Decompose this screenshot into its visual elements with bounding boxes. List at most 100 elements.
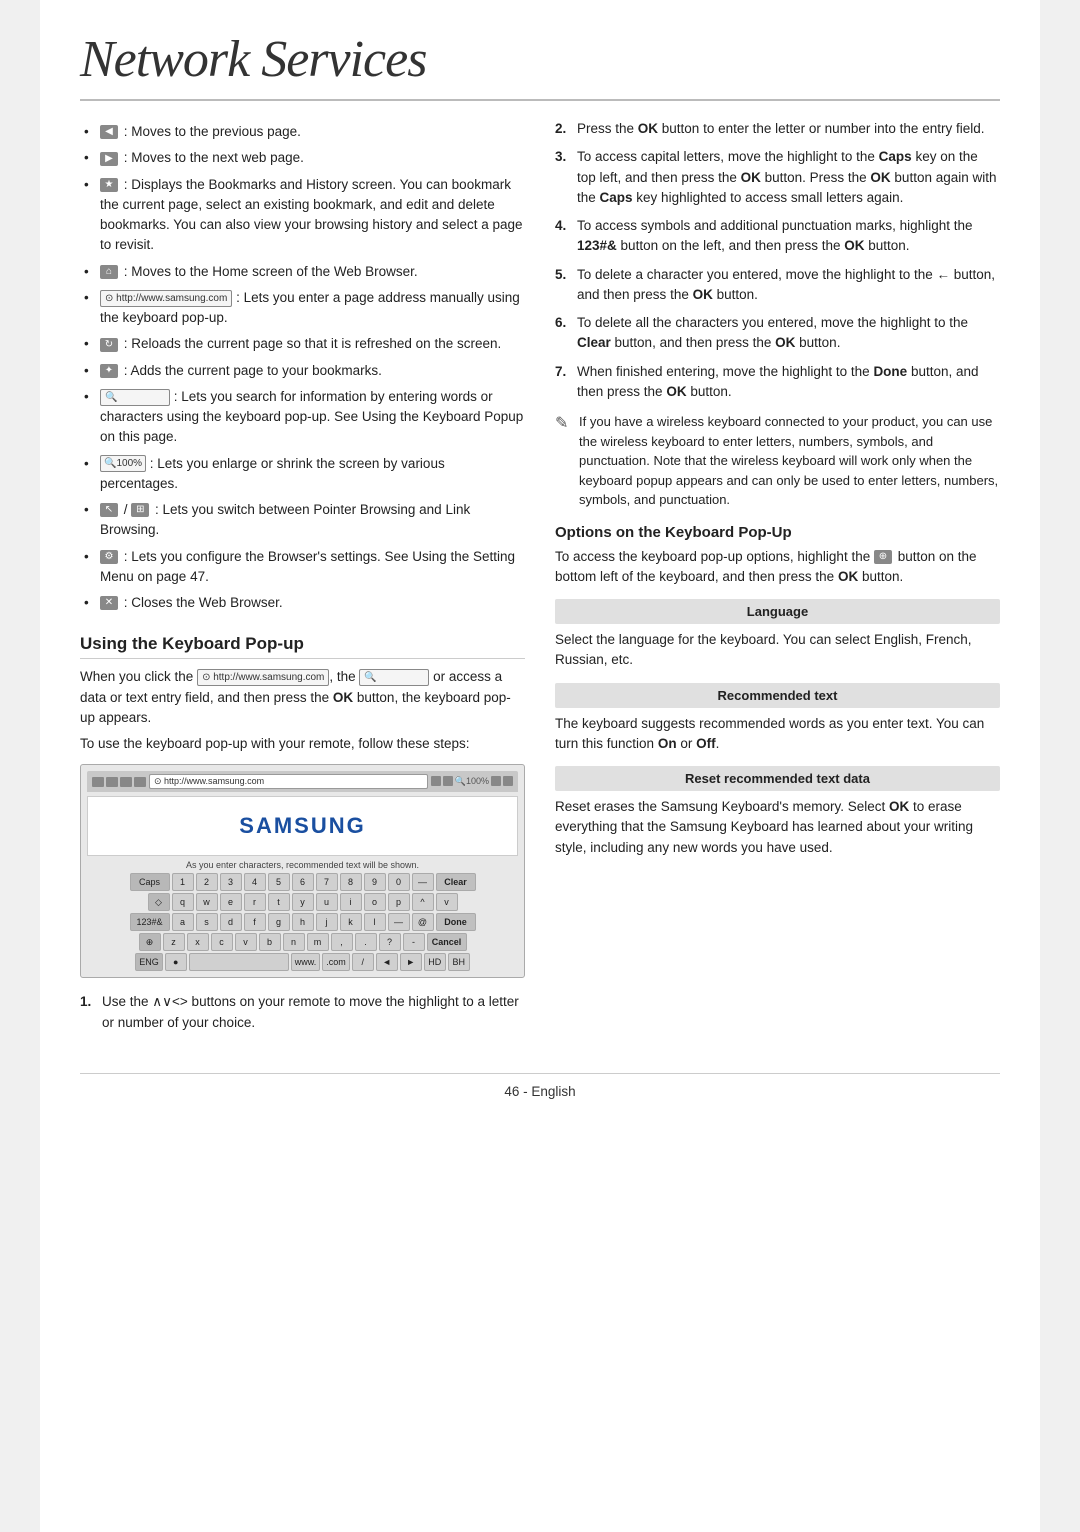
list-item: ⌂ : Moves to the Home screen of the Web … — [80, 259, 525, 285]
key-hyphen[interactable]: - — [403, 933, 425, 951]
key-d[interactable]: d — [220, 913, 242, 931]
nav-icon-4 — [134, 777, 146, 787]
key-period[interactable]: . — [355, 933, 377, 951]
key-at[interactable]: @ — [412, 913, 434, 931]
clear-key[interactable]: Clear — [436, 873, 476, 891]
key-dash2[interactable]: — — [388, 913, 410, 931]
caps-key[interactable]: Caps — [130, 873, 170, 891]
key-123[interactable]: 123#& — [130, 913, 170, 931]
key-k[interactable]: k — [340, 913, 362, 931]
key-up[interactable]: ^ — [412, 893, 434, 911]
key-globe[interactable]: ⊕ — [139, 933, 161, 951]
key-m[interactable]: m — [307, 933, 329, 951]
close-icon: ✕ — [100, 596, 118, 610]
key-a[interactable]: a — [172, 913, 194, 931]
key-u[interactable]: u — [316, 893, 338, 911]
key-s[interactable]: s — [196, 913, 218, 931]
keyboard-rows: Caps 1 2 3 4 5 6 7 8 9 0 — Clear — [87, 873, 518, 971]
key-p[interactable]: p — [388, 893, 410, 911]
key-x[interactable]: x — [187, 933, 209, 951]
key-c[interactable]: c — [211, 933, 233, 951]
list-item: ⚙ : Lets you configure the Browser's set… — [80, 544, 525, 591]
list-item: 🔍100% : Lets you enlarge or shrink the s… — [80, 451, 525, 498]
key-w[interactable]: w — [196, 893, 218, 911]
zoom-label: 🔍100% — [455, 776, 489, 787]
key-slash[interactable]: / — [352, 953, 374, 971]
keyboard-row-2: ◇ q w e r t y u i o p ^ v — [87, 893, 518, 911]
key-z[interactable]: z — [163, 933, 185, 951]
key-v[interactable]: v — [235, 933, 257, 951]
key-b[interactable]: b — [259, 933, 281, 951]
key-3[interactable]: 3 — [220, 873, 242, 891]
left-column: ◀ : Moves to the previous page. ▶ : Move… — [80, 119, 525, 1043]
key-r[interactable]: r — [244, 893, 266, 911]
right-icon-1 — [431, 776, 441, 786]
list-item: ▶ : Moves to the next web page. — [80, 145, 525, 171]
step-7: 7. When finished entering, move the high… — [555, 362, 1000, 403]
key-dotcom[interactable]: .com — [322, 953, 350, 971]
step-4: 4. To access symbols and additional punc… — [555, 216, 1000, 257]
key-diamond[interactable]: ◇ — [148, 893, 170, 911]
key-6[interactable]: 6 — [292, 873, 314, 891]
reset-subsection-text: Reset erases the Samsung Keyboard's memo… — [555, 797, 1000, 858]
right-icon-3 — [491, 776, 501, 786]
steps-list-right: 2. Press the OK button to enter the lett… — [555, 119, 1000, 402]
language-subsection-label: Language — [555, 599, 1000, 624]
key-question[interactable]: ? — [379, 933, 401, 951]
cancel-key[interactable]: Cancel — [427, 933, 467, 951]
spacebar-key[interactable] — [189, 953, 289, 971]
key-o[interactable]: o — [364, 893, 386, 911]
key-l[interactable]: l — [364, 913, 386, 931]
key-e[interactable]: e — [220, 893, 242, 911]
key-y[interactable]: y — [292, 893, 314, 911]
key-comma[interactable]: , — [331, 933, 353, 951]
key-9[interactable]: 9 — [364, 873, 386, 891]
key-n[interactable]: n — [283, 933, 305, 951]
key-j[interactable]: j — [316, 913, 338, 931]
key-t[interactable]: t — [268, 893, 290, 911]
recommended-text-subsection-label: Recommended text — [555, 683, 1000, 708]
key-2[interactable]: 2 — [196, 873, 218, 891]
nav-icon-3 — [120, 777, 132, 787]
key-q[interactable]: q — [172, 893, 194, 911]
key-8[interactable]: 8 — [340, 873, 362, 891]
wireless-keyboard-text: If you have a wireless keyboard connecte… — [579, 412, 1000, 510]
key-bh[interactable]: BH — [448, 953, 470, 971]
samsung-logo-area: SAMSUNG — [87, 796, 518, 856]
right-icon-4 — [503, 776, 513, 786]
topbar-right-icons: 🔍100% — [431, 776, 513, 787]
key-f[interactable]: f — [244, 913, 266, 931]
list-item: ◀ : Moves to the previous page. — [80, 119, 525, 145]
key-h[interactable]: h — [292, 913, 314, 931]
key-dash[interactable]: — — [412, 873, 434, 891]
key-7[interactable]: 7 — [316, 873, 338, 891]
done-key[interactable]: Done — [436, 913, 476, 931]
key-5[interactable]: 5 — [268, 873, 290, 891]
keyboard-row-3: 123#& a s d f g h j k l — @ Done — [87, 913, 518, 931]
key-right-arrow[interactable]: ► — [400, 953, 422, 971]
list-item: ⊙ http://www.samsung.com : Lets you ente… — [80, 285, 525, 332]
key-0[interactable]: 0 — [388, 873, 410, 891]
list-item: ✦ : Adds the current page to your bookma… — [80, 358, 525, 384]
key-g[interactable]: g — [268, 913, 290, 931]
key-left-arrow[interactable]: ◄ — [376, 953, 398, 971]
key-hd[interactable]: HD — [424, 953, 446, 971]
key-4[interactable]: 4 — [244, 873, 266, 891]
right-icon-2 — [443, 776, 453, 786]
pointer-icon: ↖ — [100, 503, 118, 517]
key-www[interactable]: www. — [291, 953, 321, 971]
key-bullet[interactable]: ● — [165, 953, 187, 971]
key-down[interactable]: v — [436, 893, 458, 911]
key-eng[interactable]: ENG — [135, 953, 163, 971]
zoom-icon: 🔍100% — [100, 455, 146, 472]
step-1: 1. Use the ∧∨<> buttons on your remote t… — [80, 992, 525, 1033]
recommended-text-subsection-text: The keyboard suggests recommended words … — [555, 714, 1000, 755]
page: Network Services ◀ : Moves to the previo… — [40, 0, 1040, 1532]
list-item: 🔍 : Lets you search for information by e… — [80, 384, 525, 451]
key-1[interactable]: 1 — [172, 873, 194, 891]
language-subsection-text: Select the language for the keyboard. Yo… — [555, 630, 1000, 671]
step-3: 3. To access capital letters, move the h… — [555, 147, 1000, 208]
back-arrow-icon: ◀ — [100, 125, 118, 139]
two-column-layout: ◀ : Moves to the previous page. ▶ : Move… — [80, 119, 1000, 1043]
key-i[interactable]: i — [340, 893, 362, 911]
